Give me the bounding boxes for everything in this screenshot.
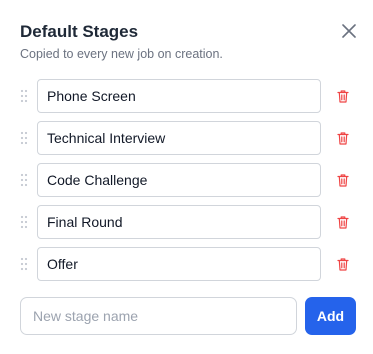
stage-row [0,121,373,155]
new-stage-input[interactable] [20,297,297,335]
stage-name-input[interactable] [37,163,321,197]
stage-name-input[interactable] [37,247,321,281]
trash-icon[interactable] [335,172,351,188]
panel-subtitle: Copied to every new job on creation. [20,47,223,61]
stage-row [0,163,373,197]
stage-name-input[interactable] [37,121,321,155]
drag-handle-icon[interactable] [20,173,28,187]
trash-icon[interactable] [335,214,351,230]
stage-name-input[interactable] [37,79,321,113]
trash-icon[interactable] [335,88,351,104]
drag-handle-icon[interactable] [20,131,28,145]
stage-row [0,205,373,239]
default-stages-panel: Default Stages Copied to every new job o… [0,0,373,354]
add-stage-button[interactable]: Add [305,297,356,335]
drag-handle-icon[interactable] [20,257,28,271]
drag-handle-icon[interactable] [20,215,28,229]
stage-row [0,79,373,113]
stage-list [0,79,373,289]
trash-icon[interactable] [335,256,351,272]
stage-name-input[interactable] [37,205,321,239]
stage-row [0,247,373,281]
trash-icon[interactable] [335,130,351,146]
drag-handle-icon[interactable] [20,89,28,103]
panel-title: Default Stages [20,22,139,41]
close-button[interactable] [338,20,360,42]
close-icon [342,24,356,38]
